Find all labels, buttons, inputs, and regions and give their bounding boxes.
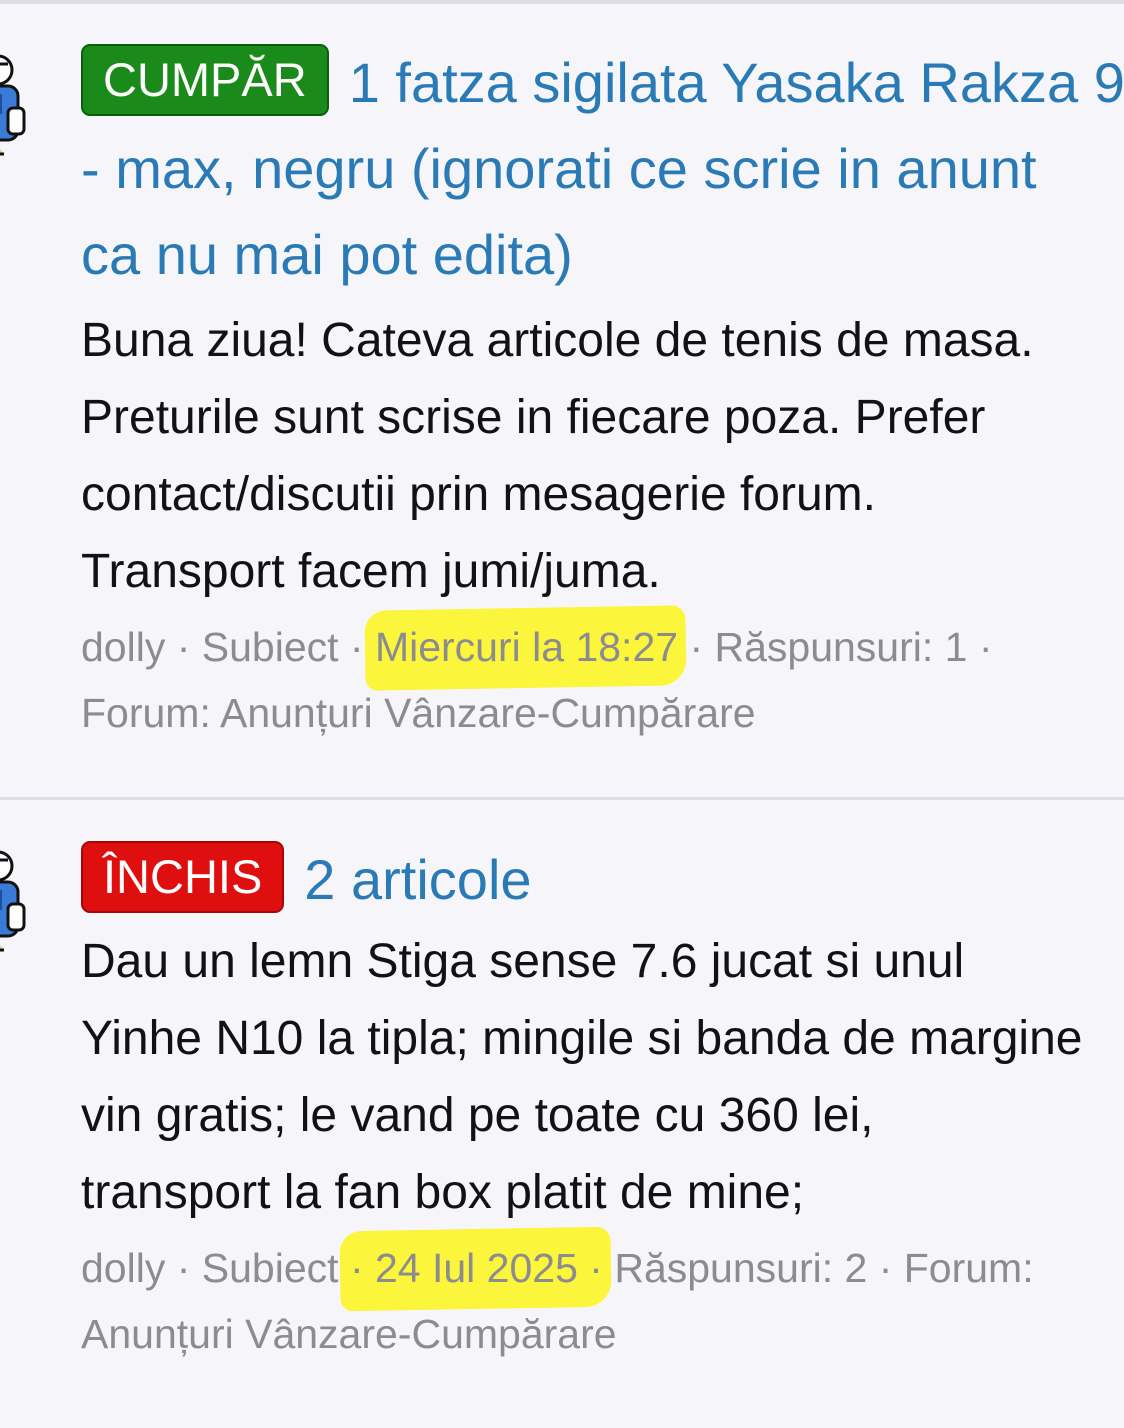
forum-link[interactable]: Anunțuri Vânzare-Cumpărare	[81, 1301, 1124, 1367]
user-avatar-icon[interactable]	[0, 846, 26, 956]
replies-count: Răspunsuri: 2 · Forum:	[614, 1245, 1034, 1291]
thread-title[interactable]: ÎNCHIS 2 articole	[81, 837, 1124, 923]
status-badge: CUMPĂR	[81, 44, 329, 116]
meta-separator: ·	[165, 1245, 202, 1291]
replies-count: Răspunsuri: 1 ·	[714, 624, 993, 670]
content-type: Subiect	[201, 1245, 339, 1291]
excerpt-line: Dau un lemn Stiga sense 7.6 jucat si unu…	[81, 935, 965, 988]
excerpt-line: Preturile sunt scrise in fiecare poza. P…	[81, 391, 986, 444]
status-badge: ÎNCHIS	[81, 841, 285, 913]
thread-excerpt: Dau un lemn Stiga sense 7.6 jucat si unu…	[81, 923, 1124, 1231]
post-date[interactable]: · 24 Iul 2025 ·	[350, 1235, 603, 1301]
thread-list-item[interactable]: CUMPĂR 1 fatza sigilata Yasaka Rakza 9 - …	[0, 4, 1124, 798]
thread-meta: dolly · Subiect · Miercuri la 18:27 · Ră…	[81, 614, 1124, 680]
excerpt-line: vin gratis; le vand pe toate cu 360 lei,	[81, 1089, 874, 1142]
thread-title-line[interactable]: ca nu mai pot edita)	[81, 212, 1124, 298]
thread-list-item[interactable]: ÎNCHIS 2 articole Dau un lemn Stiga sense…	[0, 800, 1124, 1428]
thread-content: ÎNCHIS 2 articole Dau un lemn Stiga sense…	[81, 800, 1124, 1367]
meta-separator: ·	[165, 624, 202, 670]
excerpt-line: Buna ziua! Cateva articole de tenis de m…	[81, 314, 1034, 367]
thread-title-line[interactable]: - max, negru (ignorati ce scrie in anunt	[81, 126, 1124, 212]
post-date[interactable]: Miercuri la 18:27	[375, 614, 678, 680]
thread-title[interactable]: CUMPĂR 1 fatza sigilata Yasaka Rakza 9	[81, 40, 1124, 126]
forum-link[interactable]: Forum: Anunțuri Vânzare-Cumpărare	[81, 680, 1124, 746]
thread-content: CUMPĂR 1 fatza sigilata Yasaka Rakza 9 - …	[81, 4, 1124, 746]
thread-excerpt: Buna ziua! Cateva articole de tenis de m…	[81, 302, 1124, 610]
author-link[interactable]: dolly	[81, 624, 165, 670]
user-avatar-icon[interactable]	[0, 50, 26, 160]
excerpt-line: transport la fan box platit de mine;	[81, 1166, 805, 1219]
excerpt-line: Yinhe N10 la tipla; mingile si banda de …	[81, 1012, 1083, 1065]
content-type: Subiect	[201, 624, 339, 670]
excerpt-line: Transport facem jumi/juma.	[81, 545, 661, 598]
author-link[interactable]: dolly	[81, 1245, 165, 1291]
thread-title-line[interactable]: 1 fatza sigilata Yasaka Rakza 9	[349, 51, 1124, 114]
thread-title-line[interactable]: 2 articole	[304, 848, 531, 911]
excerpt-line: contact/discutii prin mesagerie forum.	[81, 468, 876, 521]
thread-meta: dolly · Subiect · 24 Iul 2025 · Răspunsu…	[81, 1235, 1124, 1301]
